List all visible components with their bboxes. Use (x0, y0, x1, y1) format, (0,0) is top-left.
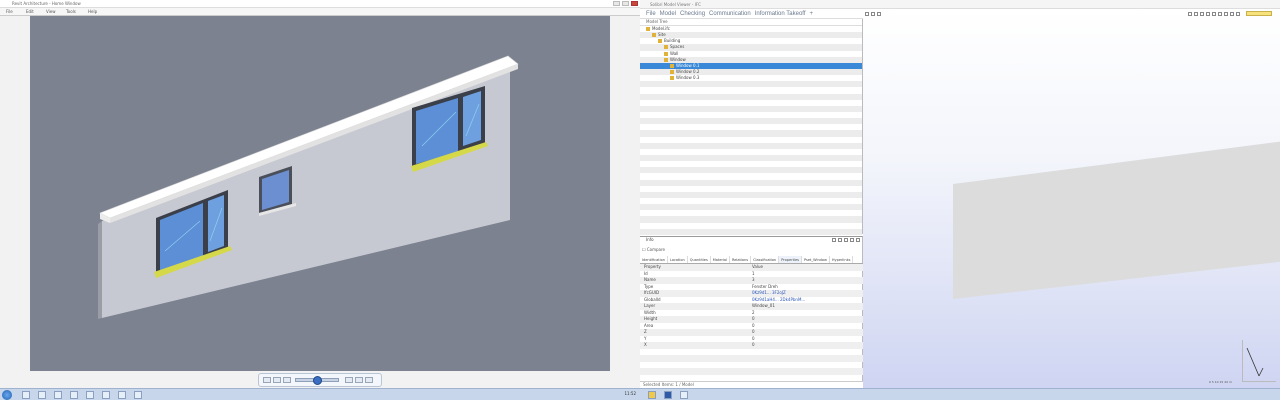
tree-row-label: Spaces (670, 44, 685, 50)
model-tree-panel: Model Tree Model.ifc Site Building Spaces Wa… (640, 19, 863, 235)
properties-header: Info (646, 237, 654, 242)
tree-row-label: Model.ifc (652, 26, 670, 31)
left-menu-file[interactable]: File (6, 9, 13, 14)
properties-tab[interactable]: Quantities (688, 256, 711, 263)
properties-tab[interactable]: Pset_Window (802, 256, 830, 263)
menu-model[interactable]: Model (660, 11, 676, 17)
right-taskbar (640, 388, 1280, 400)
zoom-slider-knob[interactable] (313, 376, 322, 385)
folder-icon (670, 76, 674, 81)
properties-toolbar (832, 238, 860, 242)
tree-row-label: Site (658, 32, 666, 38)
compare-checkbox[interactable]: ☐ Compare (642, 247, 665, 252)
folder-icon (664, 51, 668, 56)
scale-bar-label: 0 5 10 15 20 m (1209, 380, 1232, 384)
properties-tab[interactable]: Hyperlinks (830, 256, 854, 263)
taskbar-folder-icon[interactable] (648, 391, 656, 399)
left-3d-viewport[interactable] (30, 16, 610, 371)
left-title-bar: Revit Architecture - Home Window (0, 0, 640, 8)
properties-tab[interactable]: Relations (730, 256, 752, 263)
left-menu-tools[interactable]: Tools (66, 9, 76, 14)
tree-row-label: Window 0.1 (676, 62, 700, 68)
properties-tab[interactable]: Classification (751, 256, 780, 263)
menu-checking[interactable]: Checking (680, 11, 705, 17)
left-menu-view[interactable]: View (46, 9, 56, 14)
model-tree-header: Model Tree (640, 19, 862, 26)
tree-row-label: Building (664, 38, 681, 44)
minimize-button[interactable] (613, 1, 620, 6)
left-menu-bar: File Edit View Tools Help (0, 8, 640, 16)
properties-tab[interactable]: Properties (779, 256, 802, 263)
folder-icon (664, 45, 668, 50)
orbit-icon[interactable] (283, 377, 291, 383)
wall-3d-model (98, 55, 519, 319)
axis-indicator (1242, 340, 1276, 382)
folder-icon (670, 69, 674, 74)
menu-file[interactable]: File (646, 11, 656, 17)
right-title-bar: Solibri Model Viewer - IFC (640, 0, 1280, 9)
status-bar: Selected Items: 1 / Model (640, 381, 863, 388)
taskbar-app-media-icon[interactable] (70, 391, 78, 399)
minimize-panel-icon[interactable] (850, 238, 854, 242)
taskbar-app-folder-icon[interactable] (54, 391, 62, 399)
forward-icon[interactable] (838, 238, 842, 242)
zoom-in-icon[interactable] (345, 377, 353, 383)
window-glass-right-b (463, 91, 481, 146)
left-taskbar: 11:52 (0, 388, 640, 400)
maximize-button[interactable] (622, 1, 629, 6)
taskbar-app-viewer-icon[interactable] (134, 391, 142, 399)
right-app-window: Solibri Model Viewer - IFC File Model Ch… (640, 0, 1280, 400)
properties-tab[interactable]: Material (711, 256, 730, 263)
properties-panel: Info ☐ Compare Identification Location Qua… (640, 236, 863, 381)
close-button[interactable] (631, 1, 638, 6)
left-menu-edit[interactable]: Edit (26, 9, 34, 14)
taskbar-app-revit-icon[interactable] (86, 391, 94, 399)
folder-icon (646, 27, 650, 31)
properties-table: Property Value Id 1 Name 3 Type Fenster Dreh Ifc… (640, 264, 863, 381)
properties-tab[interactable]: Identification (640, 256, 668, 263)
right-menu-bar: File Model Checking Communication Inform… (640, 9, 863, 19)
taskbar-app-cad-icon[interactable] (118, 391, 126, 399)
back-icon[interactable] (832, 238, 836, 242)
properties-tab[interactable]: Location (668, 256, 688, 263)
left-menu-help[interactable]: Help (88, 9, 97, 14)
left-window-controls (613, 1, 638, 6)
folder-icon (658, 39, 662, 44)
tree-row-label: Wall (670, 50, 679, 56)
wall-end-face (98, 221, 102, 319)
left-app-title: Revit Architecture - Home Window (12, 1, 81, 6)
menu-information-takeoff[interactable]: Information Takeoff (755, 11, 806, 17)
tree-row-label: Window 0.2 (676, 68, 700, 74)
start-button-icon[interactable] (2, 390, 12, 400)
settings-icon[interactable] (844, 238, 848, 242)
folder-icon (664, 57, 668, 62)
properties-tabs: Identification Location Quantities Material… (640, 256, 863, 264)
taskbar-app-word-icon[interactable] (102, 391, 110, 399)
tree-row-label: Window 0.3 (676, 75, 700, 81)
right-3d-viewport[interactable]: 0 5 10 15 20 m (863, 9, 1280, 388)
taskbar-solibri-icon[interactable] (664, 391, 672, 399)
folder-icon (652, 33, 656, 38)
taskbar-app-explorer-icon[interactable] (22, 391, 30, 399)
ifc-wall-scene (863, 9, 1280, 388)
taskbar-clock: 11:52 (624, 391, 636, 396)
left-app-window: Revit Architecture - Home Window File Ed… (0, 0, 640, 400)
taskbar-app-browser-icon[interactable] (38, 391, 46, 399)
zoom-out-icon[interactable] (263, 377, 271, 383)
menu-add-tab[interactable]: + (810, 11, 814, 17)
compare-checkbox-label: Compare (646, 247, 666, 252)
refresh-icon[interactable] (355, 377, 363, 383)
tree-row-label: Window (670, 56, 686, 62)
close-view-icon[interactable] (365, 377, 373, 383)
right-app-title: Solibri Model Viewer - IFC (650, 2, 701, 7)
tree-row[interactable] (640, 228, 862, 235)
taskbar-window-icon[interactable] (680, 391, 688, 399)
model-tree-list: Model.ifc Site Building Spaces Wall Window Win… (640, 26, 862, 235)
menu-communication[interactable]: Communication (709, 11, 751, 17)
close-panel-icon[interactable] (856, 238, 860, 242)
view-navigation-bar (258, 373, 382, 387)
pan-icon[interactable] (273, 377, 281, 383)
folder-icon (670, 63, 674, 68)
